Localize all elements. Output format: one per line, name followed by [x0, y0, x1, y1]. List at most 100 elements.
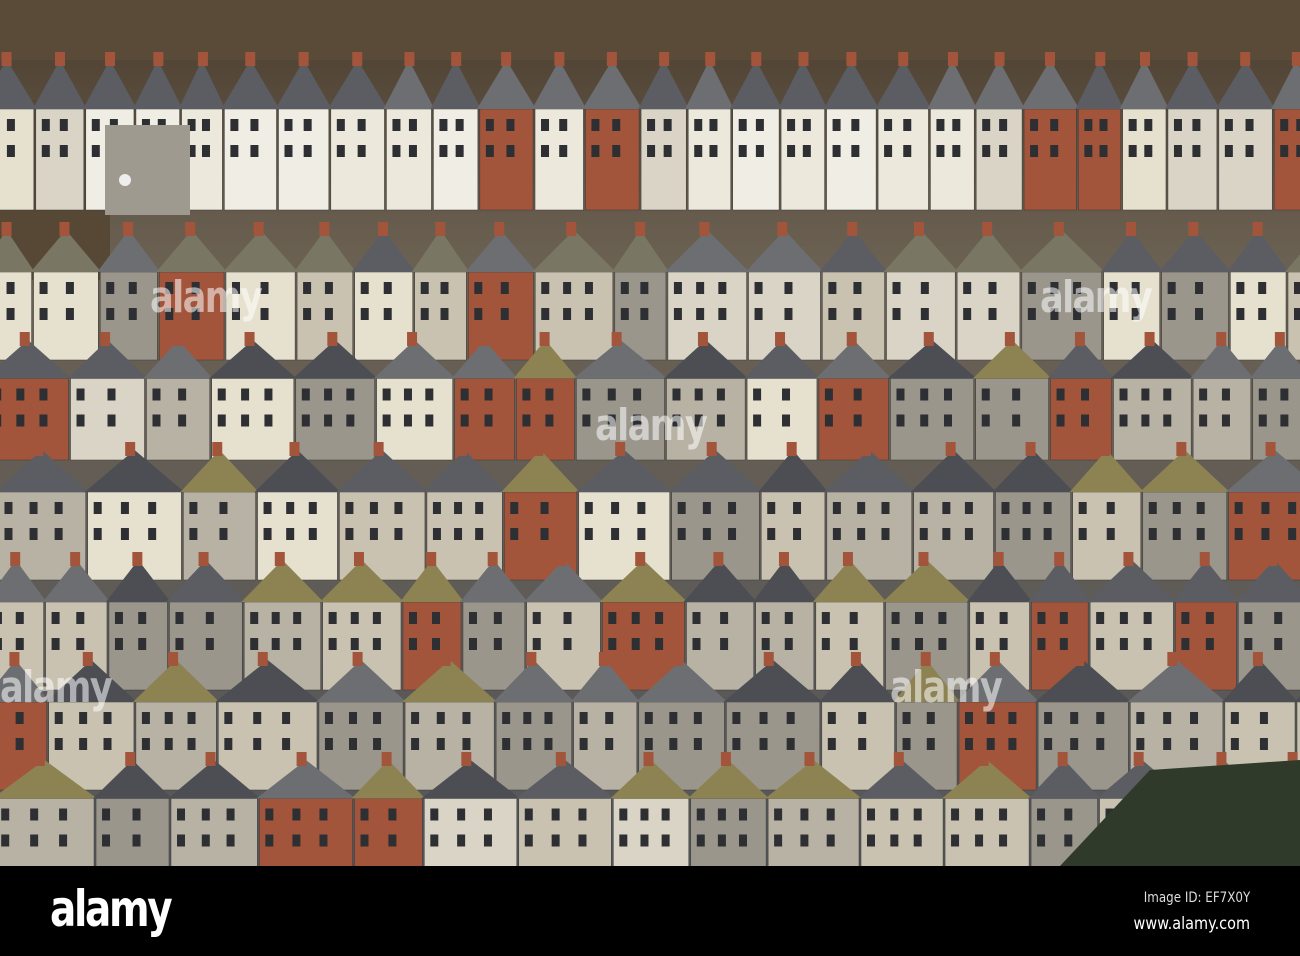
window	[141, 738, 150, 750]
chimney	[798, 52, 809, 66]
window	[91, 145, 100, 157]
window	[541, 145, 550, 157]
window	[541, 119, 550, 131]
window	[584, 502, 593, 514]
chimney	[846, 332, 857, 346]
window	[128, 308, 137, 320]
window	[436, 712, 445, 724]
chimney	[786, 442, 797, 456]
window	[224, 738, 233, 750]
window	[6, 119, 15, 131]
window	[1128, 119, 1137, 131]
window	[403, 388, 412, 401]
window	[231, 282, 240, 294]
window	[661, 834, 670, 847]
window	[1131, 282, 1140, 294]
chimney	[296, 752, 307, 766]
chimney	[898, 52, 909, 66]
chimney	[659, 52, 670, 66]
window	[1084, 145, 1093, 157]
chimney	[1176, 442, 1187, 456]
window	[607, 414, 616, 427]
window	[853, 282, 862, 294]
chimney	[1265, 442, 1276, 456]
window	[896, 414, 905, 427]
window	[709, 119, 718, 131]
window	[250, 145, 259, 157]
window	[303, 308, 312, 320]
window	[425, 414, 434, 427]
window	[1244, 638, 1253, 650]
chimney	[720, 752, 731, 766]
window	[205, 638, 214, 650]
window	[1280, 388, 1289, 401]
window	[832, 145, 841, 157]
chimney	[697, 332, 708, 346]
window	[716, 388, 725, 401]
window	[1078, 502, 1087, 514]
window	[178, 388, 187, 401]
window	[408, 145, 417, 157]
window	[784, 282, 793, 294]
chimney	[1188, 222, 1199, 236]
chimney	[1, 52, 12, 66]
chimney	[945, 442, 956, 456]
window	[1044, 712, 1053, 724]
chimney	[860, 442, 871, 456]
window	[1081, 388, 1090, 401]
window	[187, 712, 196, 724]
chimney	[842, 552, 853, 566]
window	[107, 414, 116, 427]
window	[1172, 528, 1181, 540]
window	[271, 638, 280, 650]
window	[544, 712, 553, 724]
window	[1148, 528, 1157, 540]
window	[102, 808, 111, 821]
window	[152, 414, 161, 427]
window	[1244, 612, 1253, 624]
window	[999, 612, 1008, 624]
window	[475, 502, 484, 514]
window	[360, 282, 369, 294]
website-link[interactable]: www.alamy.com	[1134, 914, 1250, 934]
chimney	[1044, 52, 1055, 66]
window	[563, 612, 572, 624]
window	[1073, 308, 1082, 320]
window	[460, 414, 469, 427]
window	[896, 388, 905, 401]
window	[999, 119, 1008, 131]
window	[15, 738, 24, 750]
window	[1192, 119, 1201, 131]
window	[673, 308, 682, 320]
window	[303, 145, 312, 157]
chimney	[1074, 652, 1085, 666]
window	[655, 612, 664, 624]
window	[1199, 388, 1208, 401]
window	[436, 738, 445, 750]
alamy-logo[interactable]: alamy	[50, 880, 173, 938]
window	[265, 834, 274, 847]
window	[902, 712, 911, 724]
window	[431, 638, 440, 650]
window	[226, 808, 235, 821]
window	[201, 145, 210, 157]
window	[264, 388, 273, 401]
window	[265, 808, 274, 821]
window	[30, 808, 39, 821]
window	[784, 612, 793, 624]
window	[177, 834, 186, 847]
window	[633, 388, 642, 401]
window	[1230, 712, 1239, 724]
window	[866, 834, 875, 847]
window	[1022, 502, 1031, 514]
window	[178, 414, 187, 427]
window	[93, 528, 102, 540]
window	[260, 308, 269, 320]
window	[981, 388, 990, 401]
chimney	[947, 52, 958, 66]
window	[201, 834, 210, 847]
window	[1234, 502, 1243, 514]
window	[965, 738, 974, 750]
window	[484, 388, 493, 401]
window	[559, 119, 568, 131]
